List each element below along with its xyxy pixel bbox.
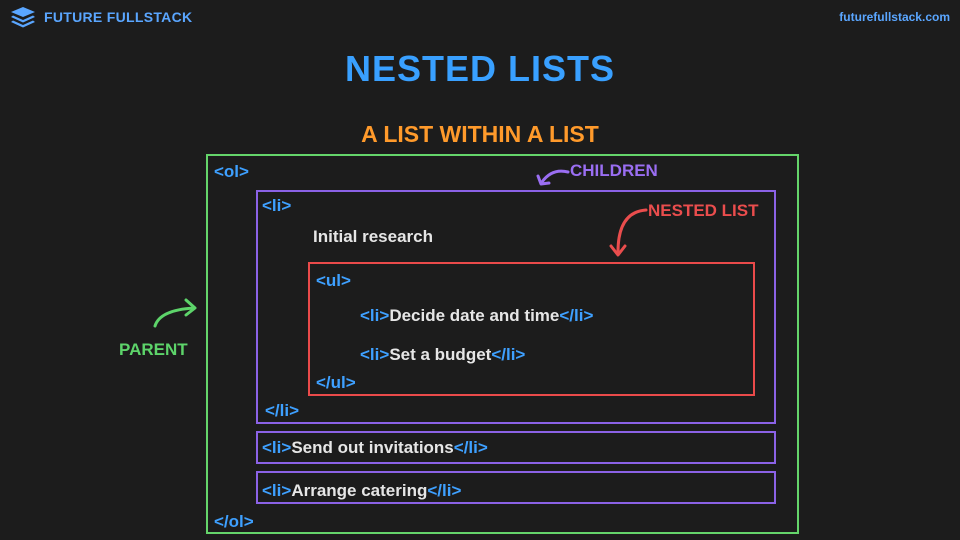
li-send-open: <li> <box>262 438 292 457</box>
li-close-tag: </li> <box>265 401 300 420</box>
li-send-text: Send out invitations <box>291 438 454 457</box>
children-label: CHILDREN <box>570 161 658 180</box>
site-url: futurefullstack.com <box>839 10 950 24</box>
li-arrange-close: </li> <box>427 481 462 500</box>
li-send-close: </li> <box>453 438 488 457</box>
page-title: NESTED LISTS <box>344 48 616 89</box>
ul-open-tag: <ul> <box>316 271 351 290</box>
li-arrange-open: <li> <box>262 481 292 500</box>
li-send-invitations: <li>Send out invitations</li> <box>262 438 488 458</box>
nested-li-decide-close: </li> <box>559 306 594 325</box>
li-text-initial-research: Initial research <box>313 227 434 246</box>
ul-close-tag: </ul> <box>316 373 356 392</box>
ol-open-tag: <ol> <box>214 162 249 181</box>
nested-list-curved-arrow-icon <box>609 208 648 257</box>
stack-layers-icon <box>11 7 35 28</box>
nested-li-decide-text: Decide date and time <box>389 306 560 325</box>
brand-name: FUTURE FULLSTACK <box>44 9 193 25</box>
nested-ul-box <box>308 262 755 396</box>
li-arrange-catering: <li>Arrange catering</li> <box>262 481 461 501</box>
nested-li-budget: <li>Set a budget</li> <box>360 345 525 365</box>
li-open-tag: <li> <box>262 196 292 215</box>
nested-li-budget-close: </li> <box>491 345 526 364</box>
children-curved-arrow-icon <box>536 169 570 186</box>
parent-label: PARENT <box>119 340 188 359</box>
page-subtitle: A LIST WITHIN A LIST <box>361 121 599 147</box>
li-arrange-text: Arrange catering <box>291 481 428 500</box>
nested-li-decide: <li>Decide date and time</li> <box>360 306 593 326</box>
ol-close-tag: </ol> <box>214 512 254 531</box>
nested-li-budget-open: <li> <box>360 345 390 364</box>
parent-curved-arrow-icon <box>153 298 197 328</box>
brand-logo: FUTURE FULLSTACK <box>10 6 192 28</box>
nested-li-decide-open: <li> <box>360 306 390 325</box>
nested-li-budget-text: Set a budget <box>389 345 492 364</box>
nested-list-label: NESTED LIST <box>648 201 759 220</box>
